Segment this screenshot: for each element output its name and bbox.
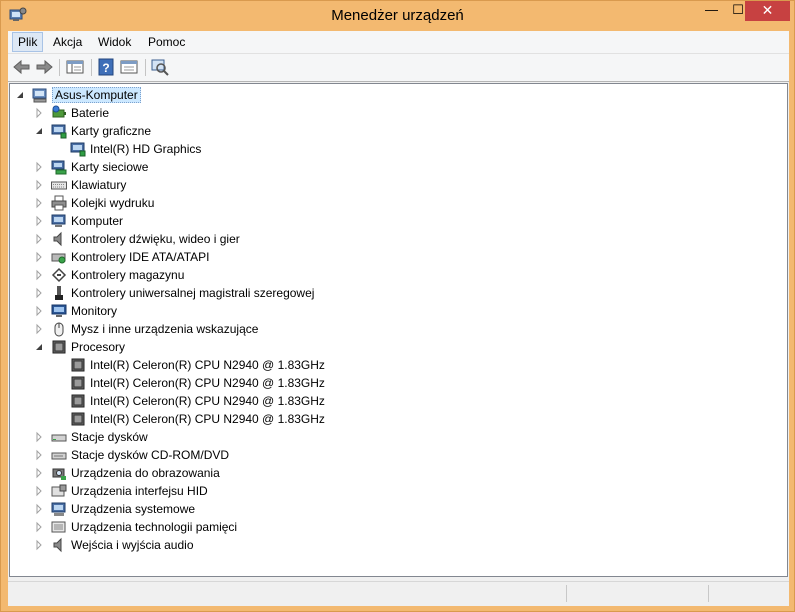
window-title: Menedżer urządzeń — [331, 7, 464, 24]
device-manager-window: Menedżer urządzeń — ☐ ✕ Plik Akcja Widok… — [0, 0, 795, 612]
device-tree[interactable]: Asus-Komputer Baterie Karty graficzne Inte… — [9, 83, 788, 577]
menu-akcja[interactable]: Akcja — [48, 33, 87, 51]
gpu-device-icon — [70, 142, 86, 157]
expand-arrow-icon[interactable] — [35, 248, 44, 266]
cdrom-icon — [51, 452, 67, 460]
scan-hardware-icon[interactable] — [150, 58, 170, 76]
show-hide-tree-icon[interactable] — [65, 58, 85, 76]
collapse-arrow-icon[interactable] — [35, 122, 44, 140]
expand-arrow-icon[interactable] — [35, 104, 44, 122]
printer-icon — [51, 195, 67, 211]
expand-arrow-icon[interactable] — [35, 482, 44, 500]
memory-tech-icon — [51, 521, 66, 533]
tree-node-label: Urządzenia interfejsu HID — [71, 484, 208, 498]
tree-node-label: Komputer — [71, 214, 124, 228]
status-separator — [566, 585, 567, 602]
tree-node-label: Monitory — [71, 304, 118, 318]
tree-node-label: Intel(R) Celeron(R) CPU N2940 @ 1.83GHz — [90, 394, 325, 408]
chip-icon — [71, 358, 85, 372]
tree-node-label: Kontrolery IDE ATA/ATAPI — [71, 250, 210, 264]
back-arrow-icon[interactable] — [12, 58, 32, 76]
audio-io-icon — [53, 537, 62, 553]
expand-arrow-icon[interactable] — [35, 536, 44, 554]
speaker-icon — [53, 231, 62, 247]
expand-arrow-icon[interactable] — [35, 194, 44, 212]
forward-arrow-icon[interactable] — [34, 58, 54, 76]
tree-node-label: Intel(R) HD Graphics — [90, 142, 202, 156]
expand-arrow-icon[interactable] — [35, 212, 44, 230]
collapse-arrow-icon[interactable] — [16, 86, 25, 104]
expand-arrow-icon[interactable] — [35, 230, 44, 248]
storage-controller-icon — [51, 267, 67, 283]
expand-arrow-icon[interactable] — [35, 266, 44, 284]
expand-arrow-icon[interactable] — [35, 428, 44, 446]
tree-node-label: Karty sieciowe — [71, 160, 149, 174]
tree-node-label: Procesory — [71, 340, 126, 354]
tree-node-label: Stacje dysków CD-ROM/DVD — [71, 448, 230, 462]
network-adapter-icon — [51, 160, 67, 175]
tree-node-label: Baterie — [71, 106, 110, 120]
imaging-device-icon — [52, 468, 66, 480]
close-button[interactable]: ✕ — [745, 1, 790, 21]
root-label: Asus-Komputer — [52, 87, 141, 103]
toolbar: ? — [8, 54, 789, 82]
tree-node-label: Klawiatury — [71, 178, 127, 192]
tree-node-label: Urządzenia systemowe — [71, 502, 196, 516]
tree-node-label: Kontrolery magazynu — [71, 268, 185, 282]
monitor-icon — [51, 304, 67, 317]
expand-arrow-icon[interactable] — [35, 320, 44, 338]
battery-icon — [52, 105, 66, 118]
tree-node-label: Intel(R) Celeron(R) CPU N2940 @ 1.83GHz — [90, 412, 325, 426]
client-area: Plik Akcja Widok Pomoc ? Asus-Komputer B… — [8, 31, 789, 606]
menu-plik[interactable]: Plik — [12, 32, 44, 52]
computer-icon — [51, 214, 66, 227]
expand-arrow-icon[interactable] — [35, 302, 44, 320]
tree-node-label: Kontrolery dźwięku, wideo i gier — [71, 232, 240, 246]
tree-node-label: Wejścia i wyjścia audio — [71, 538, 194, 552]
minimize-button[interactable]: — — [698, 1, 725, 21]
chip-icon — [71, 376, 85, 390]
svg-text:?: ? — [102, 61, 109, 75]
tree-node-label: Kontrolery uniwersalnej magistrali szere… — [71, 286, 315, 300]
tree-node-label: Intel(R) Celeron(R) CPU N2940 @ 1.83GHz — [90, 358, 325, 372]
chip-icon — [71, 394, 85, 408]
expand-arrow-icon[interactable] — [35, 464, 44, 482]
expand-arrow-icon[interactable] — [35, 518, 44, 536]
menu-pomoc[interactable]: Pomoc — [143, 33, 190, 51]
usb-icon — [55, 286, 63, 300]
status-bar — [8, 581, 789, 605]
expand-arrow-icon[interactable] — [35, 500, 44, 518]
display-adapter-icon — [51, 124, 67, 139]
system-device-icon — [51, 502, 66, 516]
disk-drive-icon — [51, 434, 67, 442]
chip-icon — [71, 412, 85, 426]
collapse-arrow-icon[interactable] — [35, 338, 44, 356]
help-icon[interactable]: ? — [96, 58, 116, 76]
mouse-icon — [54, 322, 64, 337]
toolbar-separator — [145, 59, 146, 76]
toolbar-separator — [59, 59, 60, 76]
expand-arrow-icon[interactable] — [35, 158, 44, 176]
expand-arrow-icon[interactable] — [35, 284, 44, 302]
keyboard-icon — [51, 181, 67, 190]
status-separator — [708, 585, 709, 602]
menu-widok[interactable]: Widok — [93, 33, 136, 51]
tree-node-label: Kolejki wydruku — [71, 196, 155, 210]
computer-icon — [32, 88, 47, 103]
tree-node-label: Urządzenia do obrazowania — [71, 466, 220, 480]
expand-arrow-icon[interactable] — [35, 176, 44, 194]
tree-node-label: Intel(R) Celeron(R) CPU N2940 @ 1.83GHz — [90, 376, 325, 390]
hid-icon — [51, 484, 67, 497]
tree-node-label: Urządzenia technologii pamięci — [71, 520, 238, 534]
expand-arrow-icon[interactable] — [35, 446, 44, 464]
tree-node-label: Stacje dysków — [71, 430, 148, 444]
menu-bar: Plik Akcja Widok Pomoc — [8, 31, 789, 54]
title-bar[interactable]: Menedżer urządzeń — ☐ ✕ — [1, 1, 794, 31]
toolbar-separator — [91, 59, 92, 76]
ide-controller-icon — [51, 253, 66, 264]
tree-node-label: Mysz i inne urządzenia wskazujące — [71, 322, 259, 336]
processor-icon — [52, 340, 66, 354]
tree-node-label: Karty graficzne — [71, 124, 152, 138]
properties-icon[interactable] — [119, 58, 139, 76]
